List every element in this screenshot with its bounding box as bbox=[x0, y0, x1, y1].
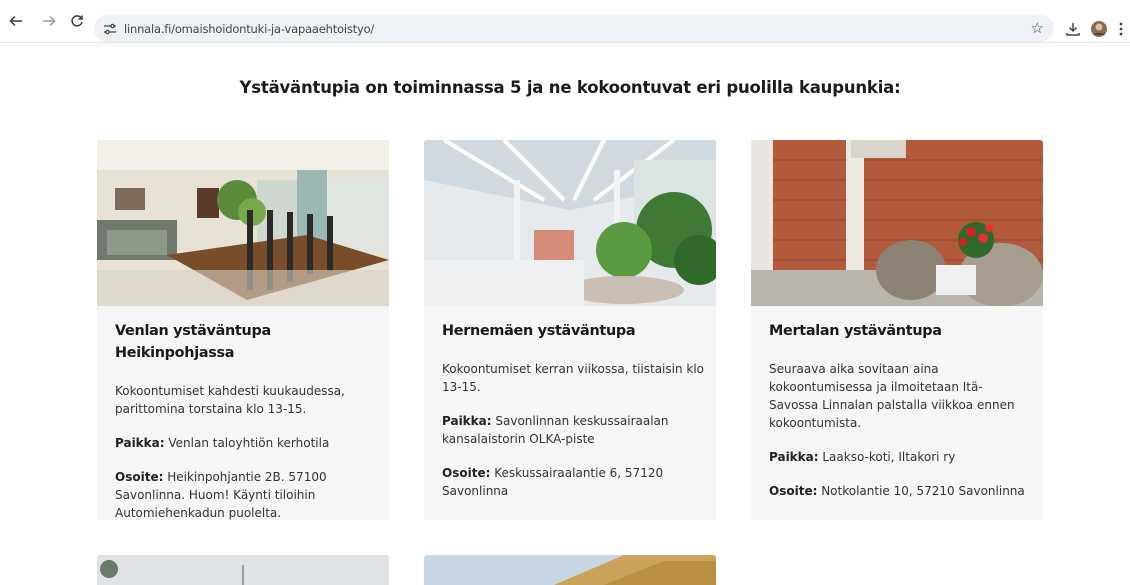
card-image-partial-2 bbox=[424, 555, 716, 585]
card-body: Hernemäen ystäväntupa Kokoontumiset kerr… bbox=[442, 320, 704, 516]
address-value: Notkolantie 10, 57210 Savonlinna bbox=[821, 484, 1025, 498]
card-description: Kokoontumiset kerran viikossa, tiistaisi… bbox=[442, 362, 705, 394]
address-bar[interactable]: linnala.fi/omaishoidontuki-ja-vapaaehtoi… bbox=[94, 15, 1054, 42]
avatar-icon bbox=[1091, 20, 1107, 37]
card-image-partial-1 bbox=[97, 555, 389, 585]
place-label: Paikka: bbox=[769, 450, 819, 464]
card-place: Paikka: Savonlinnan keskussairaalan kans… bbox=[442, 412, 704, 448]
card-image-interior bbox=[97, 140, 389, 306]
card-body: Venlan ystäväntupa Heikinpohjassa Kokoon… bbox=[115, 320, 377, 520]
forward-button[interactable] bbox=[39, 11, 59, 31]
download-button[interactable] bbox=[1065, 15, 1081, 42]
browser-toolbar: linnala.fi/omaishoidontuki-ja-vapaaehtoi… bbox=[0, 0, 1130, 43]
more-vertical-icon bbox=[1119, 22, 1123, 35]
page-heading: Ystäväntupia on toiminnassa 5 ja ne koko… bbox=[239, 78, 901, 97]
card-mertala: Mertalan ystäväntupa Seuraava aika sovit… bbox=[751, 140, 1043, 520]
place-value: Laakso-koti, Iltakori ry bbox=[822, 450, 956, 464]
arrow-right-icon bbox=[43, 15, 56, 27]
card-address: Osoite: Keskussairaalantie 6, 57120 Savo… bbox=[442, 464, 704, 500]
card-title: Hernemäen ystäväntupa bbox=[442, 323, 636, 339]
reload-icon bbox=[71, 15, 83, 27]
arrow-left-icon bbox=[9, 15, 22, 27]
back-button[interactable] bbox=[6, 11, 26, 31]
card-image-porch bbox=[751, 140, 1043, 306]
place-label: Paikka: bbox=[442, 414, 492, 428]
download-icon bbox=[1066, 22, 1080, 36]
card-image-atrium bbox=[424, 140, 716, 306]
card-description: Kokoontumiset kahdesti kuukaudessa, pari… bbox=[115, 384, 345, 416]
card-place: Paikka: Laakso-koti, Iltakori ry bbox=[769, 448, 1031, 466]
card-title: Mertalan ystäväntupa bbox=[769, 323, 942, 339]
url-text[interactable]: linnala.fi/omaishoidontuki-ja-vapaaehtoi… bbox=[124, 22, 374, 36]
place-value: Venlan taloyhtiön kerhotila bbox=[168, 436, 330, 450]
place-label: Paikka: bbox=[115, 436, 165, 450]
address-label: Osoite: bbox=[769, 484, 818, 498]
card-hernemaki: Hernemäen ystäväntupa Kokoontumiset kerr… bbox=[424, 140, 716, 520]
card-body: Mertalan ystäväntupa Seuraava aika sovit… bbox=[769, 320, 1031, 516]
card-title: Venlan ystäväntupa Heikinpohjassa bbox=[115, 323, 271, 361]
profile-avatar[interactable] bbox=[1090, 15, 1108, 42]
address-label: Osoite: bbox=[115, 470, 164, 484]
card-address: Osoite: Heikinpohjantie 2B. 57100 Savonl… bbox=[115, 468, 377, 520]
menu-button[interactable] bbox=[1119, 15, 1123, 42]
reload-button[interactable] bbox=[67, 11, 87, 31]
card-place: Paikka: Venlan taloyhtiön kerhotila bbox=[115, 434, 377, 452]
card-venla: Venlan ystäväntupa Heikinpohjassa Kokoon… bbox=[97, 140, 389, 520]
address-label: Osoite: bbox=[442, 466, 491, 480]
site-info-icon[interactable] bbox=[102, 21, 118, 37]
card-description: Seuraava aika sovitaan aina kokoontumise… bbox=[769, 362, 1015, 430]
card-address: Osoite: Notkolantie 10, 57210 Savonlinna bbox=[769, 482, 1031, 500]
bookmark-star-icon[interactable]: ☆ bbox=[1031, 19, 1044, 37]
